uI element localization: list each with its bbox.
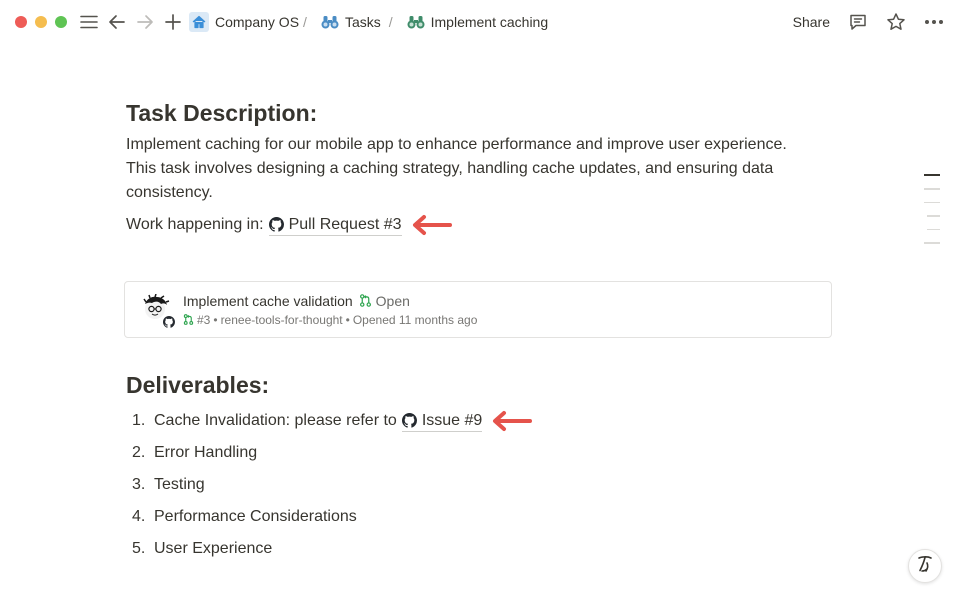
breadcrumb-tasks-label: Tasks: [344, 14, 381, 30]
breadcrumb-tasks[interactable]: Tasks: [321, 14, 381, 30]
arrow-right-icon[interactable]: [135, 12, 155, 32]
window-controls: [15, 16, 67, 28]
hamburger-icon[interactable]: [79, 12, 99, 32]
meta-separator: •: [213, 312, 218, 327]
description-line: consistency.: [126, 184, 213, 201]
list-item: 2. Error Handling: [126, 437, 826, 469]
list-item-text: User Experience: [154, 540, 273, 557]
breadcrumb-separator: /: [388, 14, 393, 30]
list-item: 5. User Experience: [126, 533, 826, 565]
help-icon: [916, 554, 934, 579]
minimize-window-button[interactable]: [35, 16, 47, 28]
breadcrumb-current[interactable]: Implement caching: [407, 14, 549, 30]
home-icon: [189, 12, 209, 32]
arrow-left-icon[interactable]: [107, 12, 127, 32]
pull-request-meta: #3 • renee-tools-for-thought • Opened 11…: [183, 313, 477, 327]
deliverables-heading: Deliverables:: [126, 372, 270, 398]
breadcrumb: Company OS / Tasks / Implement caching: [189, 12, 548, 32]
toc-entry[interactable]: [924, 201, 940, 203]
toc-entry[interactable]: [927, 215, 940, 217]
breadcrumb-workspace[interactable]: Company OS: [189, 12, 299, 32]
breadcrumb-workspace-label: Company OS: [215, 14, 300, 30]
page-content: Task Description: Implement caching for …: [124, 96, 834, 557]
list-number: 3.: [132, 476, 146, 493]
pull-request-opened: Opened 11 months ago: [352, 312, 478, 327]
github-icon: [401, 413, 417, 428]
status-label: Open: [375, 292, 410, 309]
table-of-contents-outline: [924, 174, 940, 244]
toc-entry[interactable]: [924, 188, 940, 190]
description-line: Implement caching for our mobile app to …: [126, 136, 787, 153]
pull-request-icon: [183, 314, 194, 325]
status-badge: Open: [359, 293, 410, 309]
list-item-text: Cache Invalidation: please refer to: [154, 412, 397, 429]
work-happening-line: Work happening in: Pull Request #3: [126, 213, 834, 237]
help-button[interactable]: [908, 549, 942, 583]
deliverables-list: 1. Cache Invalidation: please refer to I…: [126, 405, 826, 565]
red-arrow-annotation: [410, 213, 454, 237]
issue-link[interactable]: Issue #9: [401, 411, 483, 432]
pull-request-title-row: Implement cache validation Open: [183, 293, 477, 309]
toc-entry[interactable]: [927, 228, 940, 230]
github-icon: [162, 314, 176, 329]
list-item-text: Error Handling: [154, 444, 258, 461]
breadcrumb-separator: /: [303, 14, 307, 30]
breadcrumb-current-label: Implement caching: [430, 14, 549, 30]
zoom-window-button[interactable]: [55, 16, 67, 28]
star-icon[interactable]: [886, 12, 906, 32]
issue-link-label: Issue #9: [421, 411, 483, 429]
pull-request-number: #3: [197, 312, 211, 327]
list-number: 1.: [132, 412, 146, 429]
pull-request-repo: renee-tools-for-thought: [220, 312, 343, 327]
github-icon: [268, 217, 284, 232]
description-line: This task involves designing a caching s…: [126, 160, 774, 177]
list-item-text: Testing: [154, 476, 205, 493]
pull-request-card-body: Implement cache validation Open #3 • ren…: [183, 293, 477, 327]
task-description-text: Implement caching for our mobile app to …: [126, 133, 834, 205]
red-arrow-annotation: [490, 409, 534, 433]
list-item: 1. Cache Invalidation: please refer to I…: [126, 405, 826, 437]
list-item: 3. Testing: [126, 469, 826, 501]
top-actions: Share: [793, 0, 944, 44]
pull-request-card[interactable]: Implement cache validation Open #3 • ren…: [124, 281, 832, 338]
list-number: 2.: [132, 444, 146, 461]
task-description-heading: Task Description:: [126, 100, 318, 126]
share-button[interactable]: Share: [793, 14, 830, 30]
pull-request-icon: [359, 294, 372, 307]
binoculars-icon: [321, 14, 339, 30]
toc-entry[interactable]: [924, 242, 940, 244]
comment-icon[interactable]: [848, 12, 868, 32]
binoculars-icon: [407, 14, 425, 30]
close-window-button[interactable]: [15, 16, 27, 28]
list-item-text: Performance Considerations: [154, 508, 357, 525]
ellipsis-icon[interactable]: [924, 19, 944, 25]
list-item: 4. Performance Considerations: [126, 501, 826, 533]
meta-separator: •: [345, 312, 350, 327]
pull-request-title: Implement cache validation: [183, 292, 353, 309]
title-bar: Company OS / Tasks / Implement caching S…: [0, 0, 960, 44]
pull-request-link[interactable]: Pull Request #3: [268, 215, 402, 236]
plus-icon[interactable]: [163, 12, 183, 32]
list-number: 4.: [132, 508, 146, 525]
avatar: [141, 293, 176, 329]
work-prefix-label: Work happening in:: [126, 216, 264, 233]
pull-request-link-label: Pull Request #3: [288, 215, 402, 233]
list-number: 5.: [132, 540, 146, 557]
toc-entry[interactable]: [924, 174, 940, 176]
